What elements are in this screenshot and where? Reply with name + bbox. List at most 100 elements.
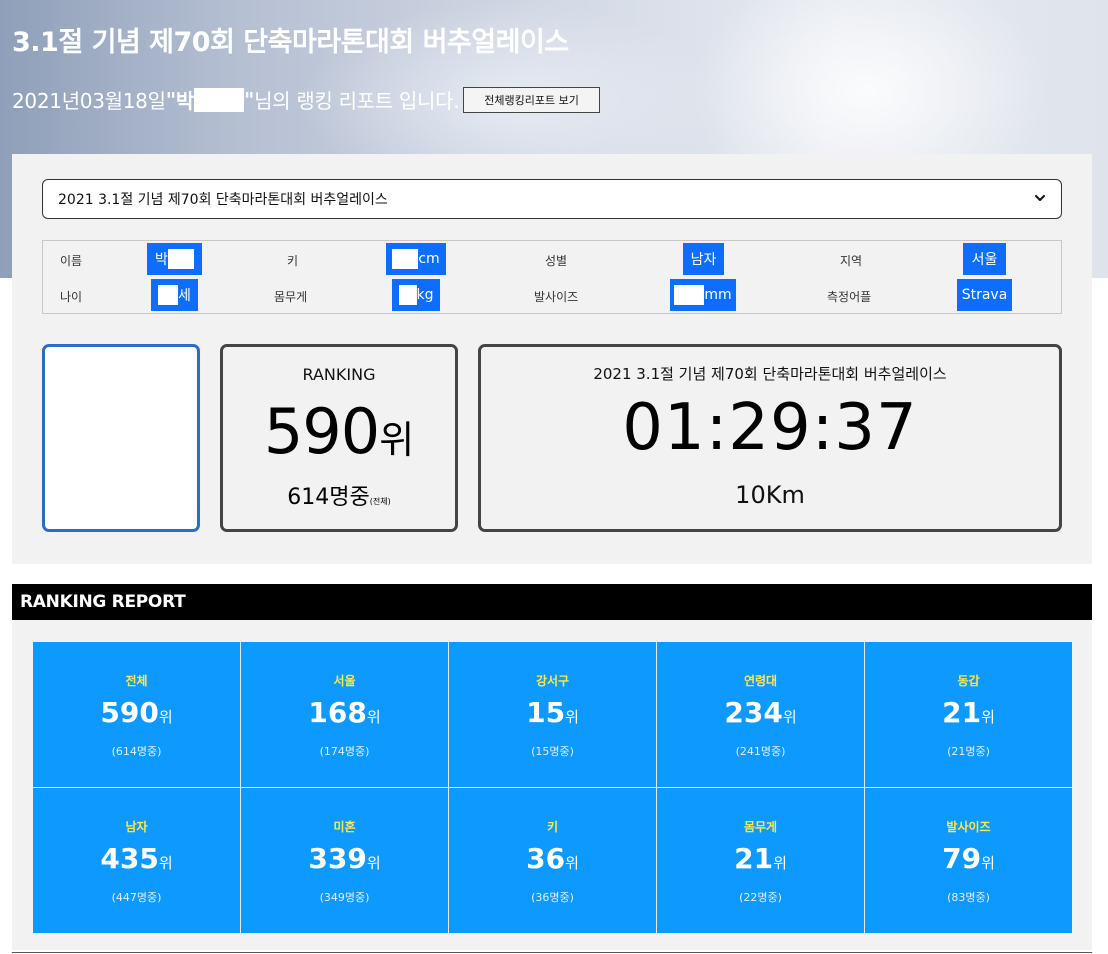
ranking-report-area: 전체 590위 (614명중) 서울 168위 (174명중) 강서구 15위 (15명중) 연령… [12,620,1092,950]
ranking-tile: 서울 168위 (174명중) [241,642,448,787]
ranking-tile: 강서구 15위 (15명중) [449,642,656,787]
ranking-total-count: 614명중 [287,485,370,510]
weight-unit: kg [416,287,434,303]
tile-total: (36명중) [531,891,574,904]
ranking-tile: 발사이즈 79위 (83명중) [865,788,1072,933]
tile-category: 키 [546,820,559,834]
full-ranking-report-button[interactable]: 전체랭킹리포트 보기 [463,86,600,113]
ranking-tile: 키 36위 (36명중) [449,788,656,933]
ranking-number: 590 [263,395,380,468]
tile-category: 몸무게 [743,820,778,834]
tile-rank-number: 168 [308,696,367,729]
gender-value: 남자 [683,243,724,275]
tile-rank-unit: 위 [565,708,579,726]
name-redaction [193,87,244,112]
race-select-value: 2021 3.1절 기념 제70회 단축마라톤대회 버추얼레이스 [58,192,388,208]
subtitle-suffix: 님의 랭킹 리포트 입니다. [254,89,460,113]
shoe-size-unit: mm [704,287,732,303]
tile-rank-number: 339 [308,842,367,875]
finish-time-card: 2021 3.1절 기념 제70회 단축마라톤대회 버추얼레이스 01:29:3… [478,344,1062,532]
shoe-size-label: 발사이즈 [534,290,579,304]
ranking-total: 614명중(전체) [223,479,455,511]
height-unit: cm [418,251,440,267]
tile-rank-number: 590 [100,696,159,729]
tile-rank-unit: 위 [565,854,579,872]
name-label: 이름 [60,254,83,268]
ranking-report-grid: 전체 590위 (614명중) 서울 168위 (174명중) 강서구 15위 (15명중) 연령… [33,642,1072,933]
runner-name: 박 [175,89,194,113]
runner-photo [47,349,193,527]
tile-category: 동갑 [957,674,980,688]
age-label: 나이 [60,290,83,304]
ranking-report-header: RANKING REPORT [12,584,1092,620]
tile-rank: 79위 [865,842,1072,875]
tile-rank-unit: 위 [366,854,381,872]
age-unit: 세 [178,288,191,304]
tile-rank: 36위 [449,842,656,875]
gender-label: 성별 [545,254,568,268]
race-select[interactable]: 2021 3.1절 기념 제70회 단축마라톤대회 버추얼레이스 [42,179,1062,219]
region-label: 지역 [840,254,863,268]
weight-value: kg [392,279,440,311]
redaction [392,249,419,269]
shoe-size-value: mm [670,279,736,311]
ranking-total-note: (전체) [369,497,391,506]
tile-category: 전체 [125,674,148,688]
tile-rank-number: 79 [942,842,982,875]
race-name: 2021 3.1절 기념 제70회 단축마라톤대회 버추얼레이스 [593,365,947,383]
redaction [674,285,705,305]
quote-close: " [243,87,255,112]
ranking-tile: 남자 435위 (447명중) [33,788,240,933]
tile-rank-unit: 위 [773,854,787,872]
tile-category: 미혼 [333,820,356,834]
tile-category: 서울 [333,674,356,688]
tile-total: (447명중) [111,891,162,904]
tile-rank: 590위 [33,696,240,729]
finish-time: 01:29:37 [622,391,918,465]
tile-rank-unit: 위 [366,708,381,726]
height-value: cm [386,243,446,275]
ranking-tile: 전체 590위 (614명중) [33,642,240,787]
name-value: 박 [147,243,202,275]
summary-panel: 2021 3.1절 기념 제70회 단축마라톤대회 버추얼레이스 이름 박 키 … [12,154,1092,564]
tile-rank-number: 21 [942,696,982,729]
tile-rank-unit: 위 [981,854,995,872]
tile-total: (174명중) [319,745,370,758]
redaction [398,285,417,305]
tile-rank-number: 15 [526,696,566,729]
tile-rank-number: 234 [724,696,783,729]
tile-rank: 15위 [449,696,656,729]
tile-rank: 21위 [657,842,864,875]
divider [12,952,1092,953]
device-label: 측정어플 [827,290,872,304]
region-value: 서울 [963,243,1006,275]
tile-rank-unit: 위 [981,708,995,726]
height-label: 키 [287,254,299,268]
quote-open: " [165,87,176,112]
tile-total: (22명중) [739,891,782,904]
tile-rank-number: 36 [526,842,566,875]
tile-rank: 168위 [241,696,448,729]
tile-category: 강서구 [535,674,570,688]
ranking-card: RANKING 590위 614명중(전체) [220,344,458,532]
report-subtitle: 2021년03월18일 " 박 " 님의 랭킹 리포트 입니다. 전체랭킹리포트… [12,85,600,114]
weight-label: 몸무게 [274,290,308,304]
ranking-tile: 몸무게 21위 (22명중) [657,788,864,933]
tile-total: (15명중) [531,745,574,758]
tile-rank-number: 21 [734,842,774,875]
tile-category: 남자 [125,820,148,834]
ranking-tile: 미혼 339위 (349명중) [241,788,448,933]
ranking-label: RANKING [302,365,376,384]
age-value: 세 [151,279,198,311]
name-value-text: 박 [155,252,168,268]
profile-table: 이름 박 키 cm 성별 남자 지역 서울 나이 세 몸무게 kg 발사이즈 m… [42,240,1062,314]
tile-rank-unit: 위 [158,708,173,726]
tile-rank: 339위 [241,842,448,875]
tile-category: 연령대 [743,674,778,688]
tile-total: (83명중) [947,891,990,904]
redaction [167,249,194,269]
tile-rank: 435위 [33,842,240,875]
tile-rank: 21위 [865,696,1072,729]
ranking-tile: 연령대 234위 (241명중) [657,642,864,787]
race-distance: 10Km [735,481,805,509]
